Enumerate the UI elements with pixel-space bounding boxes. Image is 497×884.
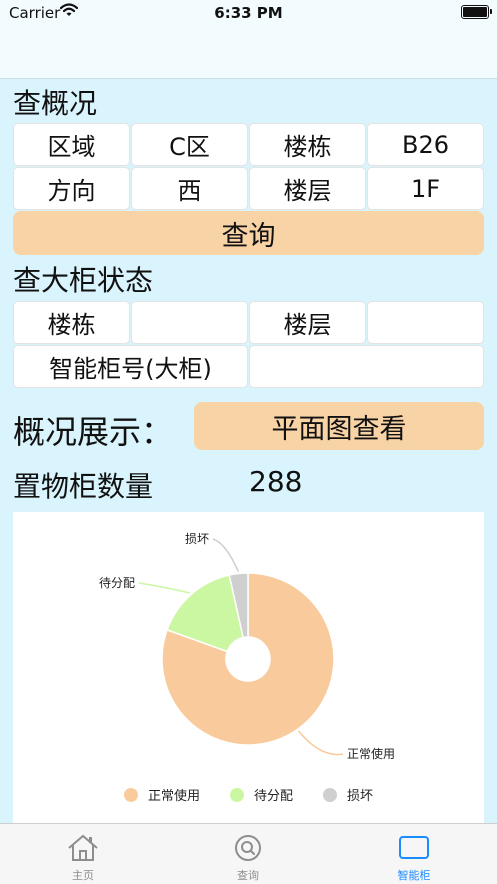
building-label: 楼栋 (249, 123, 366, 166)
pie-leader-line (138, 582, 190, 594)
overview-display-title: 概况展示： (13, 413, 174, 451)
building-select[interactable]: B26 (367, 123, 484, 166)
floor-select[interactable]: 1F (367, 167, 484, 210)
tab-bar: 主页 查询 智能柜 (0, 823, 497, 884)
cabinet-no-input[interactable] (249, 345, 484, 388)
legend-swatch (230, 788, 244, 802)
pie-leader-line (212, 538, 240, 572)
cabinet-status-title: 查大柜状态 (13, 264, 154, 297)
overview-query-title: 查概况 (13, 87, 98, 120)
battery-icon (461, 5, 492, 19)
legend-swatch (124, 788, 138, 802)
direction-label: 方向 (13, 167, 130, 210)
legend-label: 正常使用 (148, 788, 200, 804)
tab-home[interactable]: 主页 (28, 824, 138, 884)
clock: 6:33 PM (214, 4, 283, 22)
floor-label: 楼层 (249, 167, 366, 210)
chart-panel: 正常使用 待分配 损坏 正常使用 待分配 损坏 (13, 512, 484, 823)
locker-count-label: 置物柜数量 (13, 470, 154, 503)
search-icon (235, 835, 261, 861)
cabinet-no-label: 智能柜号(大柜) (13, 345, 248, 388)
legend-label: 损坏 (347, 789, 373, 804)
area-label: 区域 (13, 123, 130, 166)
cabinet-building-label: 楼栋 (13, 301, 130, 344)
home-icon (68, 834, 98, 861)
tab-search[interactable]: 查询 (193, 824, 303, 884)
pie-leader-line (298, 730, 344, 756)
query-button[interactable]: 查询 (13, 211, 484, 255)
cabinet-building-input[interactable] (131, 301, 248, 344)
area-select[interactable]: C区 (131, 123, 248, 166)
donut-chart: 正常使用待分配损坏正常使用 待分配 损坏 (99, 532, 395, 804)
floor-plan-button[interactable]: 平面图查看 (194, 402, 484, 450)
tab-cabinet-label: 智能柜 (397, 869, 431, 882)
status-bar: Carrier 6:33 PM (0, 0, 497, 79)
tab-cabinet[interactable]: 智能柜 (359, 824, 469, 884)
pie-slice-label: 待分配 (99, 576, 135, 590)
locker-count-value: 288 (249, 465, 303, 498)
pie-slice-label: 正常使用 (347, 746, 395, 761)
legend-label: 待分配 (254, 789, 293, 804)
direction-select[interactable]: 西 (131, 167, 248, 210)
cabinet-floor-input[interactable] (367, 301, 484, 344)
legend-swatch (323, 788, 337, 802)
pie-slice-label: 损坏 (185, 532, 209, 546)
tab-search-label: 查询 (237, 869, 259, 882)
cabinet-floor-label: 楼层 (249, 301, 366, 344)
cabinet-icon (399, 836, 429, 859)
tab-home-label: 主页 (72, 869, 94, 882)
